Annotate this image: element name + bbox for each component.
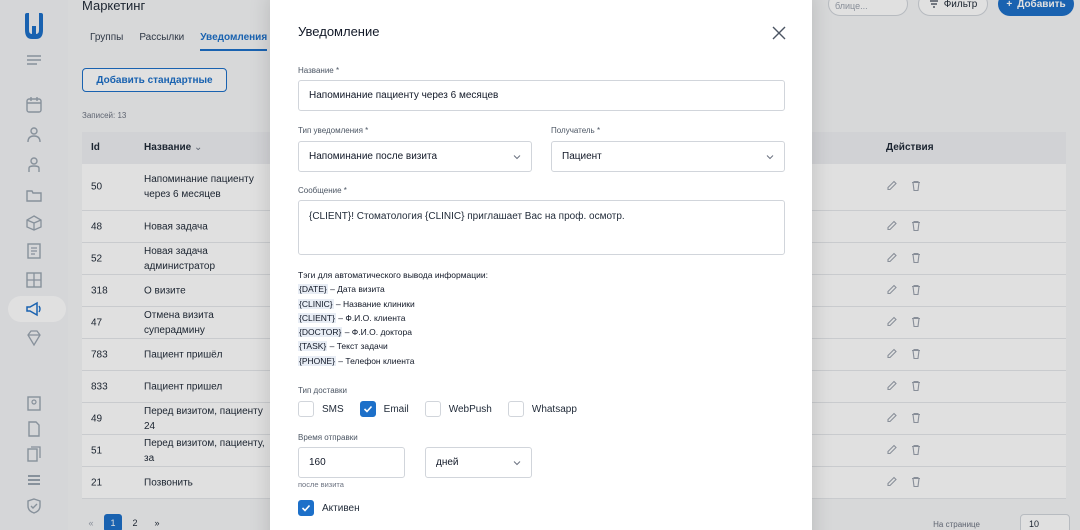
- tag-line: {TASK} – Текст задачи: [298, 339, 488, 353]
- type-label: Тип уведомления *: [298, 126, 369, 135]
- chevron-down-icon: [513, 461, 521, 466]
- tag-code: {CLIENT}: [298, 312, 336, 323]
- recipient-select-value: Пациент: [562, 151, 602, 162]
- chevron-down-icon: [513, 155, 521, 160]
- delivery-label: Тип доставки: [298, 386, 347, 395]
- message-label: Сообщение *: [298, 186, 347, 195]
- recipient-label: Получатель *: [551, 126, 601, 135]
- tag-line: {DOCTOR} – Ф.И.О. доктора: [298, 325, 488, 339]
- delivery-checkbox-whatsapp[interactable]: [507, 401, 524, 417]
- tag-desc: – Телефон клиента: [335, 355, 415, 366]
- tag-line: {CLIENT} – Ф.И.О. клиента: [298, 311, 488, 325]
- modal-title: Уведомление: [298, 24, 380, 39]
- chevron-down-icon: [766, 155, 774, 160]
- delivery-checkbox-webpush[interactable]: [424, 401, 441, 417]
- notification-modal: Уведомление Название * Напоминание пацие…: [270, 0, 812, 530]
- tag-line: {CLINIC} – Название клиники: [298, 297, 488, 311]
- send-time-unit-select[interactable]: дней: [425, 447, 532, 478]
- tag-desc: – Ф.И.О. клиента: [335, 312, 406, 323]
- delivery-label-sms: SMS: [322, 403, 344, 415]
- tag-desc: – Ф.И.О. доктора: [342, 327, 412, 338]
- delivery-label-email: Email: [383, 403, 409, 415]
- recipient-select[interactable]: Пациент: [551, 141, 785, 172]
- tags-intro: Тэги для автоматического вывода информац…: [298, 270, 489, 280]
- tag-line: {DATE} – Дата визита: [298, 282, 488, 296]
- type-select-value: Напоминание после визита: [309, 151, 438, 162]
- tag-desc: – Дата визита: [327, 284, 385, 295]
- type-select[interactable]: Напоминание после визита: [298, 141, 532, 172]
- tag-line: {PHONE} – Телефон клиента: [298, 354, 488, 368]
- send-time-hint: после визита: [298, 480, 344, 489]
- tags-help: Тэги для автоматического вывода информац…: [298, 268, 488, 368]
- tag-desc: – Название клиники: [333, 298, 415, 309]
- active-label: Активен: [322, 502, 360, 514]
- tag-code: {TASK}: [298, 341, 328, 352]
- tag-code: {DOCTOR}: [298, 327, 343, 338]
- delivery-checkbox-email[interactable]: [359, 401, 376, 417]
- send-time-unit-value: дней: [436, 457, 459, 468]
- send-time-field[interactable]: 160: [298, 447, 405, 478]
- message-textarea[interactable]: {CLIENT}! Стоматология {CLINIC} приглаша…: [298, 200, 785, 255]
- tag-code: {CLINIC}: [298, 298, 334, 309]
- active-toggle[interactable]: Активен: [298, 500, 376, 516]
- name-field[interactable]: Напоминание пациенту через 6 месяцев: [298, 80, 785, 111]
- delivery-checkbox-sms[interactable]: [298, 401, 314, 417]
- send-time-label: Время отправки: [298, 433, 358, 442]
- tag-code: {PHONE}: [298, 355, 336, 366]
- tag-code: {DATE}: [298, 284, 328, 295]
- close-icon[interactable]: [772, 26, 786, 40]
- active-checkbox[interactable]: [298, 500, 314, 516]
- delivery-label-whatsapp: Whatsapp: [531, 403, 577, 415]
- name-label: Название *: [298, 66, 340, 75]
- delivery-options: SMS Email WebPush Whatsapp: [298, 401, 593, 417]
- tag-desc: – Текст задачи: [327, 341, 388, 352]
- check-icon: [301, 504, 311, 512]
- check-icon: [363, 405, 372, 413]
- delivery-label-webpush: WebPush: [448, 403, 492, 415]
